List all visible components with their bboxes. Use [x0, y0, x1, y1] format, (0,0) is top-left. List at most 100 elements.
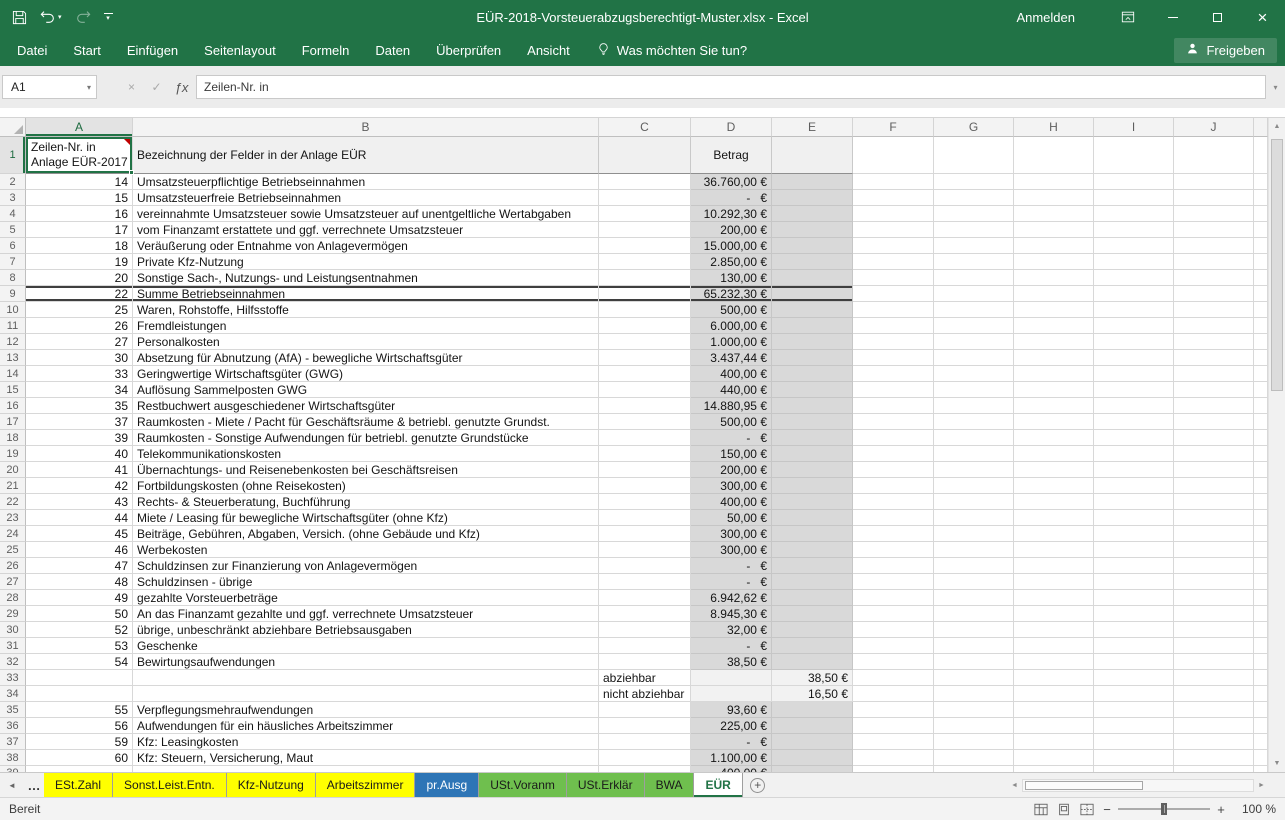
cell-a30[interactable]: 52: [26, 622, 133, 638]
cell-e7[interactable]: [772, 254, 853, 270]
column-header-h[interactable]: H: [1014, 118, 1094, 137]
row-header-24[interactable]: 24: [0, 526, 26, 542]
cell-b14[interactable]: Geringwertige Wirtschaftsgüter (GWG): [133, 366, 599, 382]
column-header-f[interactable]: F: [853, 118, 934, 137]
cell-d36[interactable]: 225,00 €: [691, 718, 772, 734]
cell-i1[interactable]: [1094, 137, 1174, 174]
cell-d3[interactable]: - €: [691, 190, 772, 206]
cell-j6[interactable]: [1174, 238, 1254, 254]
cell-d32[interactable]: 38,50 €: [691, 654, 772, 670]
cell-h6[interactable]: [1014, 238, 1094, 254]
cancel-entry-icon[interactable]: ×: [119, 80, 144, 94]
cell-h22[interactable]: [1014, 494, 1094, 510]
cell-h19[interactable]: [1014, 446, 1094, 462]
row-header-36[interactable]: 36: [0, 718, 26, 734]
cell-d12[interactable]: 1.000,00 €: [691, 334, 772, 350]
cell-a11[interactable]: 26: [26, 318, 133, 334]
sheet-nav-left-icon[interactable]: ◄: [0, 773, 24, 797]
cell-i22[interactable]: [1094, 494, 1174, 510]
cell-b20[interactable]: Übernachtungs- und Reisenebenkosten bei …: [133, 462, 599, 478]
cell-i23[interactable]: [1094, 510, 1174, 526]
row-header-35[interactable]: 35: [0, 702, 26, 718]
sheet-tab-pr-ausg[interactable]: pr.Ausg: [415, 773, 479, 797]
row-header-38[interactable]: 38: [0, 750, 26, 766]
cell-e38[interactable]: [772, 750, 853, 766]
row-header-16[interactable]: 16: [0, 398, 26, 414]
undo-icon[interactable]: ▾: [40, 10, 62, 24]
cell-f38[interactable]: [853, 750, 934, 766]
cell-b21[interactable]: Fortbildungskosten (ohne Reisekosten): [133, 478, 599, 494]
zoom-level[interactable]: 100 %: [1230, 802, 1276, 816]
cell-h5[interactable]: [1014, 222, 1094, 238]
cell-j37[interactable]: [1174, 734, 1254, 750]
cell-b18[interactable]: Raumkosten - Sonstige Aufwendungen für b…: [133, 430, 599, 446]
cell-a19[interactable]: 40: [26, 446, 133, 462]
cell-f16[interactable]: [853, 398, 934, 414]
tell-me-box[interactable]: Was möchten Sie tun?: [597, 34, 747, 66]
row-header-39[interactable]: 39: [0, 766, 26, 772]
cell-a14[interactable]: 33: [26, 366, 133, 382]
cell-i17[interactable]: [1094, 414, 1174, 430]
cell-a22[interactable]: 43: [26, 494, 133, 510]
cell-b5[interactable]: vom Finanzamt erstattete und ggf. verrec…: [133, 222, 599, 238]
cell-e3[interactable]: [772, 190, 853, 206]
horizontal-scroll-track[interactable]: [1022, 779, 1254, 792]
cell-g12[interactable]: [934, 334, 1014, 350]
cell-e10[interactable]: [772, 302, 853, 318]
row-header-7[interactable]: 7: [0, 254, 26, 270]
cell-h25[interactable]: [1014, 542, 1094, 558]
cell-g21[interactable]: [934, 478, 1014, 494]
cell-g19[interactable]: [934, 446, 1014, 462]
cell-g11[interactable]: [934, 318, 1014, 334]
row-header-37[interactable]: 37: [0, 734, 26, 750]
cell-h12[interactable]: [1014, 334, 1094, 350]
ribbon-tab-formeln[interactable]: Formeln: [289, 34, 363, 66]
cell-j17[interactable]: [1174, 414, 1254, 430]
cell-j11[interactable]: [1174, 318, 1254, 334]
cell-b12[interactable]: Personalkosten: [133, 334, 599, 350]
cell-c13[interactable]: [599, 350, 691, 366]
page-layout-view-icon[interactable]: [1052, 800, 1075, 819]
cell-f15[interactable]: [853, 382, 934, 398]
cell-b3[interactable]: Umsatzsteuerfreie Betriebseinnahmen: [133, 190, 599, 206]
cell-j5[interactable]: [1174, 222, 1254, 238]
confirm-entry-icon[interactable]: ✓: [144, 80, 169, 94]
row-header-11[interactable]: 11: [0, 318, 26, 334]
cell-a28[interactable]: 49: [26, 590, 133, 606]
cell-j16[interactable]: [1174, 398, 1254, 414]
cell-a3[interactable]: 15: [26, 190, 133, 206]
sheet-tab-ust-voranm[interactable]: USt.Voranm: [479, 773, 567, 797]
cell-f25[interactable]: [853, 542, 934, 558]
cell-c11[interactable]: [599, 318, 691, 334]
cell-f2[interactable]: [853, 174, 934, 190]
cell-f39[interactable]: [853, 766, 934, 772]
cell-a21[interactable]: 42: [26, 478, 133, 494]
cell-c10[interactable]: [599, 302, 691, 318]
cell-i9[interactable]: [1094, 286, 1174, 302]
cell-a10[interactable]: 25: [26, 302, 133, 318]
cell-i8[interactable]: [1094, 270, 1174, 286]
cell-f37[interactable]: [853, 734, 934, 750]
horizontal-scrollbar[interactable]: ◄ ►: [1007, 773, 1269, 797]
normal-view-icon[interactable]: [1029, 800, 1052, 819]
row-header-12[interactable]: 12: [0, 334, 26, 350]
cell-h34[interactable]: [1014, 686, 1094, 702]
more-sheets-button[interactable]: …: [24, 773, 44, 797]
close-icon[interactable]: ×: [1240, 0, 1285, 34]
cell-a32[interactable]: 54: [26, 654, 133, 670]
cell-f34[interactable]: [853, 686, 934, 702]
cell-f26[interactable]: [853, 558, 934, 574]
cell-f24[interactable]: [853, 526, 934, 542]
cell-e29[interactable]: [772, 606, 853, 622]
row-header-28[interactable]: 28: [0, 590, 26, 606]
cell-e33[interactable]: 38,50 €: [772, 670, 853, 686]
cell-c9[interactable]: [599, 286, 691, 302]
cell-e34[interactable]: 16,50 €: [772, 686, 853, 702]
cell-j24[interactable]: [1174, 526, 1254, 542]
cell-h24[interactable]: [1014, 526, 1094, 542]
cell-a26[interactable]: 47: [26, 558, 133, 574]
cell-b25[interactable]: Werbekosten: [133, 542, 599, 558]
cell-i29[interactable]: [1094, 606, 1174, 622]
column-header-j[interactable]: J: [1174, 118, 1254, 137]
cell-e12[interactable]: [772, 334, 853, 350]
